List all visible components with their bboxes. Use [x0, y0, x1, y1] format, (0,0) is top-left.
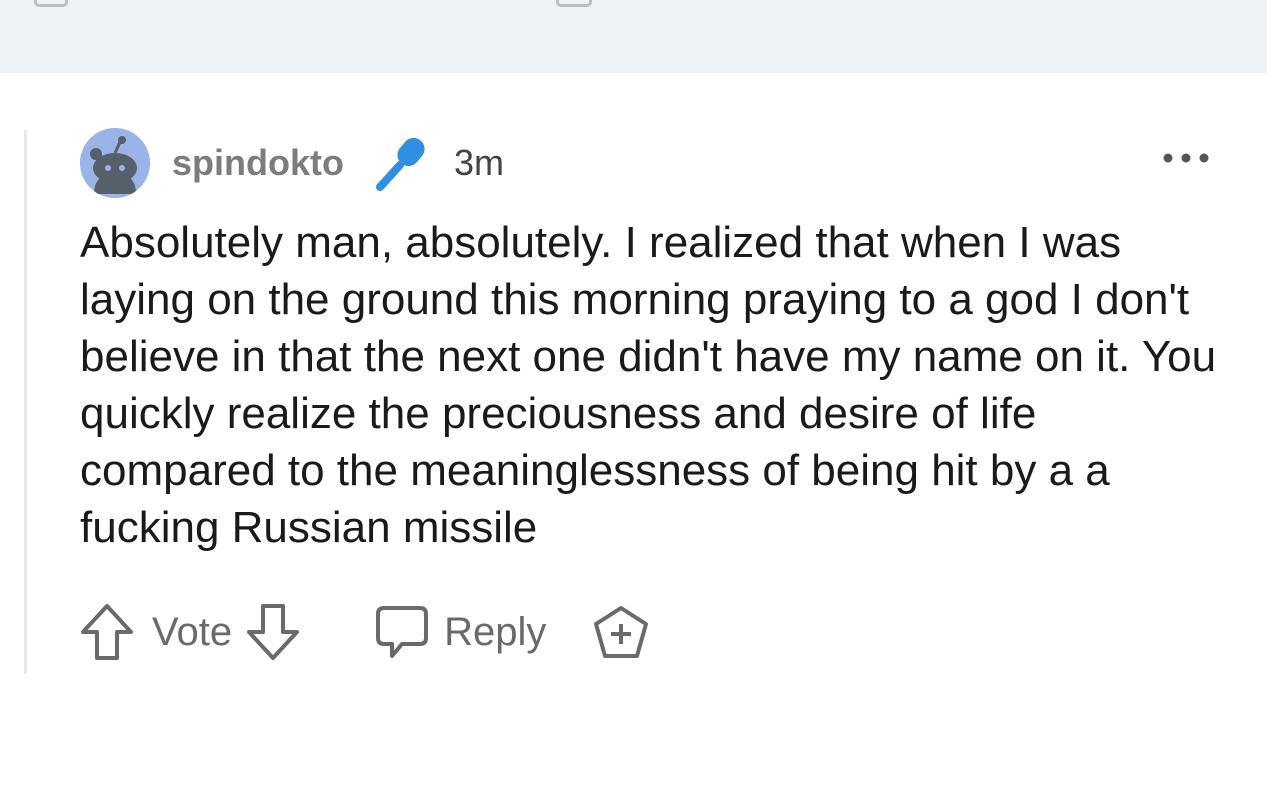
- avatar[interactable]: [80, 128, 150, 198]
- vote-label: Vote: [152, 609, 233, 654]
- arrow-down-icon[interactable]: [246, 602, 300, 662]
- reply-label: Reply: [444, 609, 547, 654]
- previous-comment-strip: [0, 0, 1267, 73]
- comment-actions: Vote Reply: [80, 600, 650, 664]
- username[interactable]: spindokto: [172, 142, 344, 184]
- comment-header: spindokto 3m: [80, 128, 504, 198]
- thread-line[interactable]: [24, 130, 27, 674]
- comment-body: Absolutely man, absolutely. I realized t…: [80, 218, 1217, 552]
- arrow-up-icon[interactable]: [80, 602, 134, 662]
- speech-bubble-icon: [374, 604, 430, 660]
- microphone-icon: [372, 131, 432, 195]
- more-options-icon[interactable]: [1160, 148, 1212, 168]
- cut-off-icon: [556, 0, 592, 7]
- snoo-avatar-icon: [80, 128, 150, 198]
- cut-off-icon: [34, 0, 68, 7]
- timestamp: 3m: [453, 142, 504, 183]
- reply-button[interactable]: Reply: [374, 604, 546, 660]
- award-plus-icon[interactable]: [592, 604, 650, 660]
